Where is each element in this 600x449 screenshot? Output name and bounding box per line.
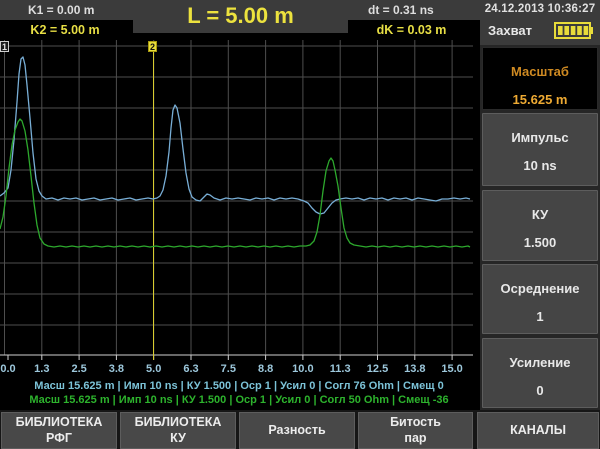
reflectogram-plot: 1 2 [0, 40, 473, 362]
tdr-instrument-screen: K1 = 0.00 m dt = 0.31 ns K2 = 5.00 m dK … [0, 0, 600, 449]
sidebar-item-gain[interactable]: Усиление 0 [482, 338, 598, 408]
x-axis-tick-label: 15.0 [441, 363, 462, 375]
x-axis-tick-label: 5.0 [146, 363, 161, 375]
ku-label: КУ [483, 207, 597, 222]
sidebar-item-pulse[interactable]: Импульс 10 ns [482, 113, 598, 186]
pair-split-line1: Битость [359, 415, 472, 431]
averaging-value: 1 [483, 309, 597, 324]
marker2-readout: K2 = 5.00 m [0, 20, 130, 40]
pair-split-button[interactable]: Битость пар [358, 412, 473, 449]
library-ku-button[interactable]: БИБЛИОТЕКА КУ [120, 412, 236, 449]
x-axis-labels: 0.0 1.3 2.5 3.8 5.0 6.3 7.5 8.8 10.0 11.3 12.5 13.8… [0, 363, 478, 378]
reflectogram-svg [0, 40, 473, 362]
delta-time-readout: dt = 0.31 ns [368, 3, 434, 17]
length-readout: L = 5.00 m [133, 0, 348, 33]
x-axis-tick-label: 1.3 [34, 363, 49, 375]
sidebar-item-averaging[interactable]: Осреднение 1 [482, 264, 598, 334]
x-axis-tick-label: 0.0 [0, 363, 15, 375]
marker1-tag[interactable]: 1 [0, 41, 9, 52]
pair-split-line2: пар [359, 431, 472, 447]
sidebar: Масштаб 15.625 m Импульс 10 ns КУ 1.500 … [480, 45, 600, 449]
averaging-label: Осреднение [483, 281, 597, 296]
channels-label: КАНАЛЫ [478, 423, 598, 439]
gain-label: Усиление [483, 355, 597, 370]
library-ku-line1: БИБЛИОТЕКА [121, 415, 235, 431]
pulse-label: Импульс [483, 130, 597, 145]
scale-value: 15.625 m [483, 92, 597, 107]
x-axis-tick-label: 10.0 [292, 363, 313, 375]
function-button-bar: БИБЛИОТЕКА РФГ БИБЛИОТЕКА КУ Разность Би… [0, 410, 600, 449]
x-axis-tick-label: 3.8 [109, 363, 124, 375]
x-axis-tick-label: 6.3 [183, 363, 198, 375]
x-axis-tick-label: 8.8 [258, 363, 273, 375]
x-axis-tick-label: 11.3 [330, 363, 351, 375]
marker1-readout: K1 = 0.00 m [28, 3, 94, 17]
battery-icon [554, 22, 594, 39]
difference-button[interactable]: Разность [239, 412, 355, 449]
ku-value: 1.500 [483, 235, 597, 250]
gain-value: 0 [483, 383, 597, 398]
x-axis-tick-label: 7.5 [221, 363, 236, 375]
difference-label: Разность [240, 423, 354, 439]
capture-mode-label: Захват [488, 23, 532, 38]
library-rfg-line2: РФГ [2, 431, 116, 447]
clock-panel: 24.12.2013 10:36:27 Захват [480, 0, 600, 45]
sidebar-item-ku[interactable]: КУ 1.500 [482, 190, 598, 261]
scale-label: Масштаб [483, 64, 597, 79]
sidebar-item-scale[interactable]: Масштаб 15.625 m [482, 47, 598, 110]
delta-distance-readout: dK = 0.03 m [345, 20, 478, 40]
x-axis-tick-label: 2.5 [71, 363, 86, 375]
x-axis-tick-label: 12.5 [367, 363, 388, 375]
library-rfg-button[interactable]: БИБЛИОТЕКА РФГ [1, 412, 117, 449]
pulse-value: 10 ns [483, 158, 597, 173]
channel2-status-line: Масш 15.625 m | Имп 10 ns | КУ 1.500 | О… [0, 394, 478, 406]
channels-button[interactable]: КАНАЛЫ [477, 412, 599, 449]
channel1-status-line: Масш 15.625 m | Имп 10 ns | КУ 1.500 | О… [0, 380, 478, 392]
library-rfg-line1: БИБЛИОТЕКА [2, 415, 116, 431]
library-ku-line2: КУ [121, 431, 235, 447]
x-axis-tick-label: 13.8 [404, 363, 425, 375]
marker2-tag[interactable]: 2 [148, 41, 157, 52]
datetime-readout: 24.12.2013 10:36:27 [480, 3, 600, 15]
